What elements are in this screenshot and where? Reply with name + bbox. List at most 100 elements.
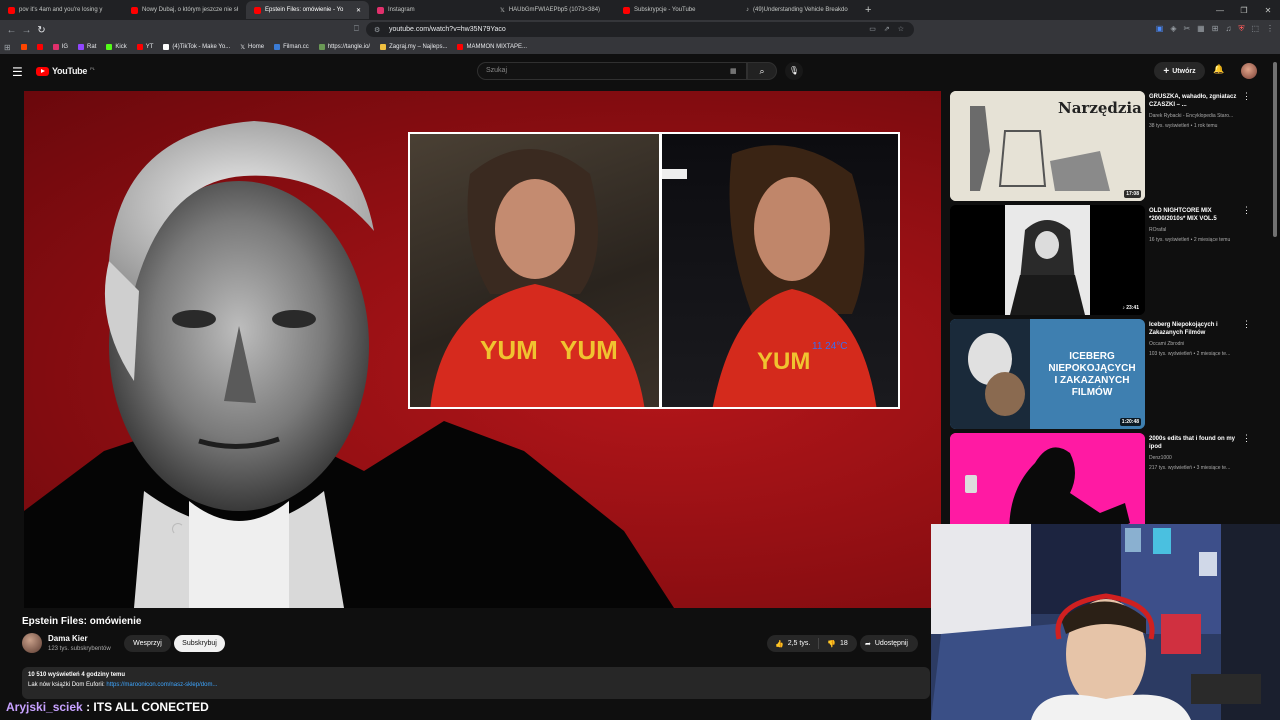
account-avatar[interactable]: [1241, 63, 1257, 79]
menu-dots-icon[interactable]: ⋮: [1266, 24, 1274, 34]
video-thumbnail[interactable]: Narzędzia tortur 17:08: [950, 91, 1145, 201]
menu-icon[interactable]: ☰: [12, 65, 23, 79]
bookmark-item[interactable]: MAMMON MIXTAPE...: [457, 44, 527, 50]
bookmark-item[interactable]: Rat: [78, 44, 96, 50]
thumbs-up-icon: 👍: [775, 640, 784, 648]
bookmark-item[interactable]: [36, 44, 43, 50]
recommended-meta: 217 tys. wyświetleń • 3 miesiące te...: [1149, 465, 1231, 471]
recommended-video[interactable]: ♪ 23:41 OLD NIGHTCORE MIX *2000/2010s* M…: [950, 205, 1255, 315]
browser-tab[interactable]: pov it's 4am and you're losing y: [0, 1, 123, 19]
extension-icon[interactable]: ⬚: [1251, 24, 1259, 34]
recommended-channel[interactable]: Darek Rybacki - Encyklopedia Staro...: [1149, 113, 1239, 119]
more-options-icon[interactable]: ⋮: [1242, 319, 1251, 330]
extension-icon[interactable]: ▣: [1156, 24, 1164, 34]
browser-tab[interactable]: Subskrypcje - YouTube: [615, 1, 738, 19]
video-inset-frames: YUM YUM YUM 11 24°C: [408, 132, 900, 409]
dislike-button[interactable]: 👎 18: [819, 640, 856, 648]
recommended-title[interactable]: 2000s edits that i found on my ipod: [1149, 435, 1239, 451]
restore-icon[interactable]: ❐: [1232, 6, 1256, 15]
inset-left-image: YUM YUM: [430, 149, 645, 407]
bookmark-item[interactable]: (4)TikTok - Make Yo...: [163, 44, 230, 50]
create-button[interactable]: + Utwórz: [1154, 62, 1205, 80]
close-window-icon[interactable]: ✕: [1256, 6, 1280, 15]
recommended-meta: 103 tys. wyświetleń • 2 miesiące te...: [1149, 351, 1231, 357]
browser-tab-active[interactable]: Epstein Files: omówienie - Yo ✕: [246, 1, 369, 19]
video-thumbnail[interactable]: ICEBERG NIEPOKOJĄCYCH I ZAKAZANYCH FILMÓ…: [950, 319, 1145, 429]
back-icon[interactable]: ←: [4, 25, 19, 36]
address-bar[interactable]: ⚙ youtube.com/watch?v=hw35N79Yaco ▭ ⇗ ☆: [366, 22, 914, 37]
minimize-icon[interactable]: —: [1208, 6, 1232, 15]
svg-text:ICEBERG: ICEBERG: [1069, 351, 1115, 362]
extension-icon[interactable]: ◈: [1170, 24, 1176, 34]
music-icon[interactable]: ♫: [1225, 24, 1231, 34]
recommended-title[interactable]: OLD NIGHTCORE MIX *2000/2010s* MIX VOL.5: [1149, 207, 1239, 223]
cast-icon[interactable]: ▭: [869, 25, 876, 33]
forward-icon[interactable]: →: [19, 25, 34, 36]
bookmark-item[interactable]: [20, 44, 27, 50]
chat-text: : ITS ALL CONECTED: [82, 700, 209, 714]
channel-avatar[interactable]: [22, 633, 42, 653]
more-options-icon[interactable]: ⋮: [1242, 91, 1251, 102]
thumbnail-image: [950, 205, 1145, 315]
bookmark-item[interactable]: IG: [52, 44, 68, 50]
bookmark-item[interactable]: Filman.cc: [274, 44, 309, 50]
recommended-title[interactable]: Iceberg Niepokojących i Zakazanych Filmó…: [1149, 321, 1239, 337]
search-button[interactable]: ⌕: [747, 62, 777, 80]
close-tab-icon[interactable]: ✕: [356, 7, 361, 14]
video-player[interactable]: YUM YUM YUM 11 24°C: [24, 91, 941, 608]
voice-search-button[interactable]: 🎙: [785, 62, 803, 80]
video-duration: 1:20:48: [1119, 418, 1141, 426]
video-thumbnail[interactable]: ♪ 23:41: [950, 205, 1145, 315]
shield-icon[interactable]: ⛨: [1238, 24, 1244, 34]
recommended-video[interactable]: Narzędzia tortur 17:08 GRUSZKA, wahadło,…: [950, 91, 1255, 201]
notifications-bell-icon[interactable]: 🔔: [1213, 64, 1224, 75]
share-page-icon[interactable]: ⇗: [884, 25, 890, 33]
browser-tab[interactable]: ♪ (49)Understanding Vehicle Breakdo: [738, 1, 861, 19]
bookmark-favicon-icon: [457, 44, 464, 50]
more-options-icon[interactable]: ⋮: [1242, 205, 1251, 216]
extension-icon[interactable]: ✂: [1183, 24, 1190, 34]
description-link[interactable]: https://maroonicon.com/nasz-sklep/dom...: [106, 682, 217, 688]
bookmark-favicon-icon: [78, 44, 85, 50]
site-info-icon[interactable]: ⚙: [374, 26, 382, 34]
loading-spinner-icon: [172, 523, 184, 535]
recommended-channel[interactable]: ROrafal: [1149, 227, 1239, 233]
extension-icon[interactable]: ▦: [1197, 24, 1205, 34]
youtube-favicon-icon: [254, 6, 261, 14]
thumbs-down-icon: 👎: [827, 640, 837, 648]
share-button[interactable]: ➦ Udostępnij: [860, 635, 918, 652]
page-scrollbar[interactable]: [1273, 62, 1277, 237]
bookmark-icon[interactable]: ☆: [898, 25, 904, 33]
like-button[interactable]: 👍 2,5 tys.: [767, 638, 820, 649]
search-input[interactable]: Szukaj: [477, 62, 747, 80]
subscribe-button[interactable]: Subskrybuj: [174, 635, 225, 652]
svg-text:YUM: YUM: [757, 348, 810, 375]
bookmark-item[interactable]: YT: [136, 44, 153, 50]
bookmark-item[interactable]: 𝕏 Home: [240, 44, 264, 51]
browser-tab[interactable]: Nowy Dubaj, o którym jeszcze nie sł: [123, 1, 246, 19]
instagram-favicon-icon: [377, 6, 384, 14]
channel-name[interactable]: Dama Kier: [48, 634, 88, 643]
bookmark-item[interactable]: https://tangle.io/: [318, 44, 370, 50]
apps-icon[interactable]: ⊞: [4, 43, 11, 52]
tab-strip: pov it's 4am and you're losing y Nowy Du…: [0, 0, 1280, 20]
recommended-channel[interactable]: Denz1000: [1149, 455, 1239, 461]
support-button[interactable]: Wesprzyj: [124, 635, 171, 652]
keyboard-icon[interactable]: ▦: [730, 67, 737, 75]
reload-icon[interactable]: ↻: [34, 25, 49, 36]
extension-icon[interactable]: ⊞: [1212, 24, 1219, 34]
youtube-logo[interactable]: YouTube PL: [36, 66, 95, 76]
bookmark-favicon-icon: [380, 44, 387, 50]
thumbnail-image: ICEBERG NIEPOKOJĄCYCH I ZAKAZANYCH FILMÓ…: [950, 319, 1145, 429]
bookmark-item[interactable]: Kick: [106, 44, 127, 50]
recommended-video[interactable]: ICEBERG NIEPOKOJĄCYCH I ZAKAZANYCH FILMÓ…: [950, 319, 1255, 429]
browser-tab[interactable]: 𝕏 HAUbGmFWIAEPbp5 (1073×384): [492, 1, 615, 19]
new-tab-icon[interactable]: +: [865, 4, 871, 16]
tiktok-favicon-icon: ♪: [746, 7, 749, 13]
bookmark-item[interactable]: Zagraj.my – Najleps...: [380, 44, 447, 50]
browser-tab[interactable]: Instagram: [369, 1, 492, 19]
more-options-icon[interactable]: ⋮: [1242, 433, 1251, 444]
bookmark-star-icon[interactable]: ⎕: [354, 24, 359, 34]
recommended-channel[interactable]: Occami Zbrodni: [1149, 341, 1239, 347]
recommended-title[interactable]: GRUSZKA, wahadło, zgniatacz CZASZKI – ..…: [1149, 93, 1239, 109]
